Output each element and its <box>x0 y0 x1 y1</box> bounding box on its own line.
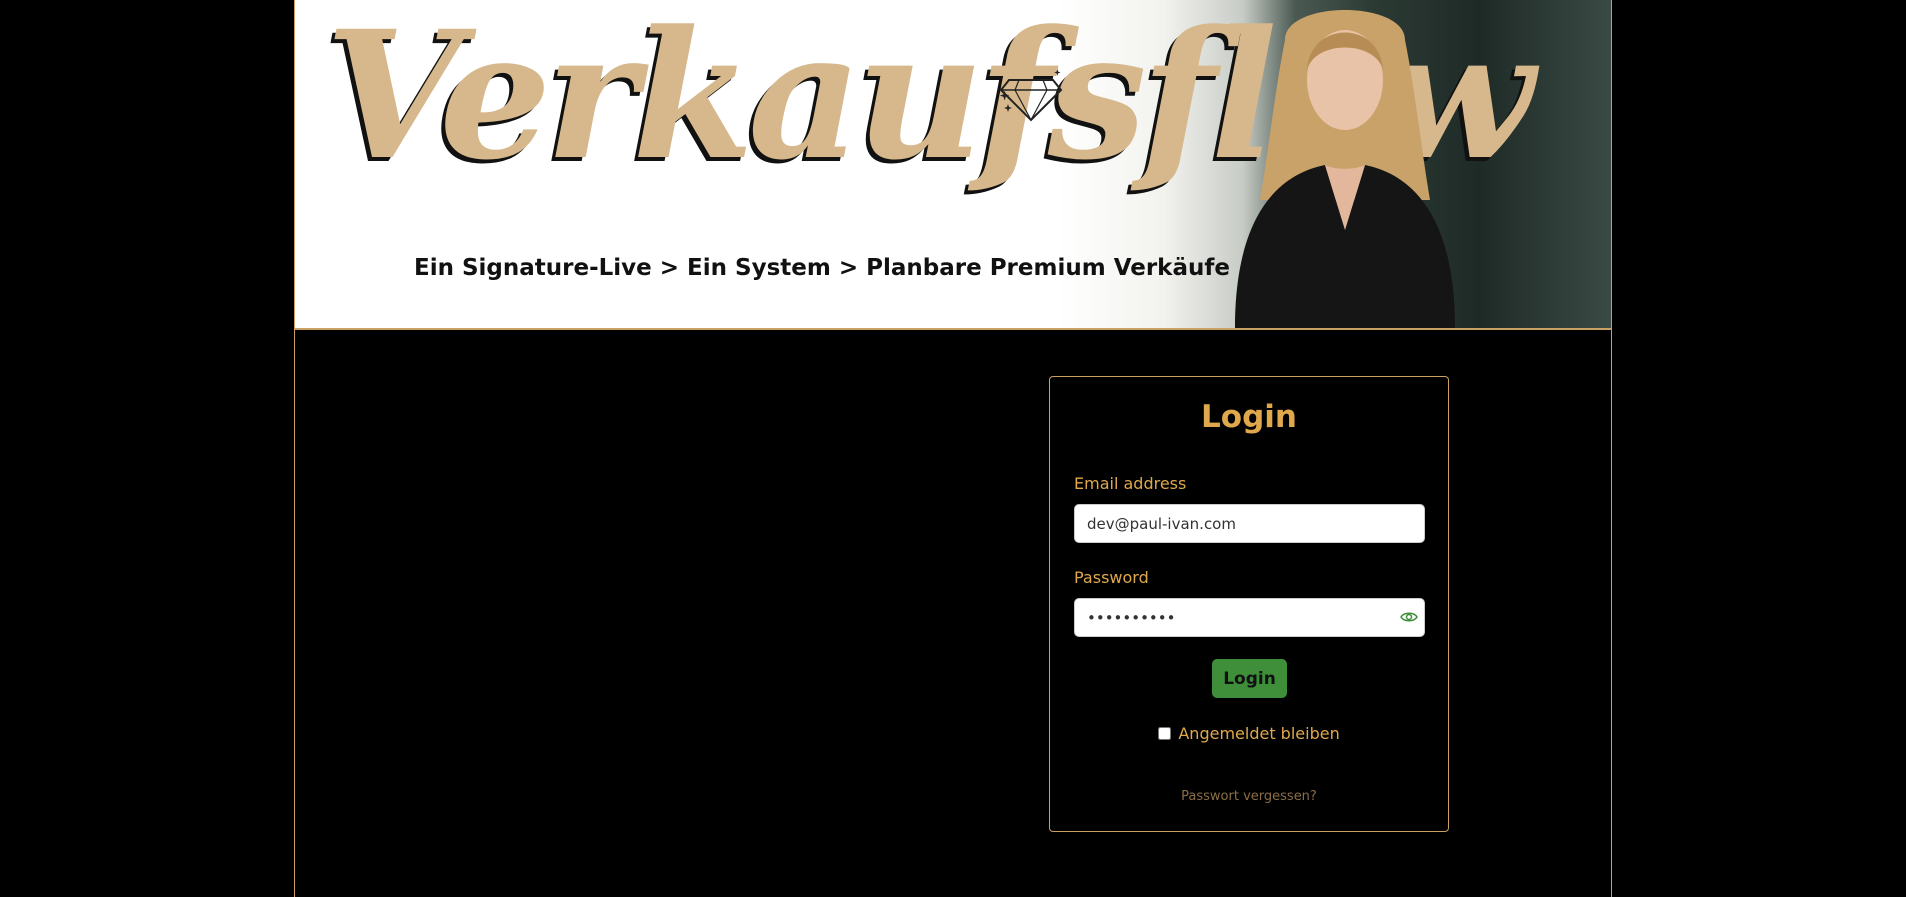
login-title: Login <box>1201 399 1297 435</box>
header-banner: Verkaufsflow Ein Signature-Live > Ein Sy… <box>295 0 1611 330</box>
banner-tagline: Ein Signature-Live > Ein System > Planba… <box>414 255 1230 281</box>
login-button[interactable]: Login <box>1212 659 1287 698</box>
login-card: Login Email address Password Login Angem… <box>1049 376 1449 832</box>
remember-me-row: Angemeldet bleiben <box>1050 724 1448 743</box>
forgot-password-link[interactable]: Passwort vergessen? <box>1050 789 1448 804</box>
remember-me-checkbox[interactable] <box>1158 727 1172 740</box>
password-field[interactable] <box>1074 598 1425 637</box>
password-label: Password <box>1074 568 1149 587</box>
remember-me-label[interactable]: Angemeldet bleiben <box>1178 724 1339 743</box>
email-field[interactable] <box>1074 504 1425 543</box>
eye-icon[interactable] <box>1400 610 1418 624</box>
person-photo <box>1235 10 1455 328</box>
page-frame: Verkaufsflow Ein Signature-Live > Ein Sy… <box>294 0 1612 897</box>
diamond-icon <box>999 69 1063 122</box>
email-label: Email address <box>1074 474 1187 493</box>
